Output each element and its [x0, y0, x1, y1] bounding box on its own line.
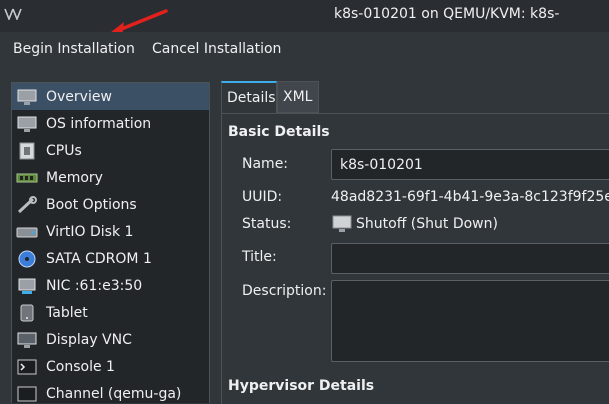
- sidebar-item-sata-cdrom-1[interactable]: SATA CDROM 1: [12, 245, 209, 272]
- console-icon: [17, 359, 37, 374]
- sidebar-item-label: Overview: [46, 88, 112, 105]
- sidebar-item-nic[interactable]: NIC :61:e3:50: [12, 272, 209, 299]
- name-field[interactable]: [331, 149, 609, 180]
- description-label: Description:: [242, 283, 327, 299]
- sidebar-item-label: Console 1: [46, 358, 115, 375]
- sidebar-item-label: Tablet: [46, 304, 88, 321]
- sidebar-item-label: SATA CDROM 1: [46, 250, 152, 267]
- tab-label: Details: [227, 90, 276, 106]
- tablet-icon: [20, 304, 34, 321]
- status-label: Status:: [242, 216, 292, 232]
- sidebar-item-boot-options[interactable]: Boot Options: [12, 191, 209, 218]
- sidebar-item-label: Channel (qemu-ga): [46, 385, 182, 402]
- window-title: k8s-010201 on QEMU/KVM: k8s-: [334, 6, 560, 22]
- cdrom-icon: [18, 250, 36, 267]
- tab-label: XML: [283, 89, 313, 105]
- monitor-off-icon: [332, 215, 352, 232]
- sidebar-item-label: OS information: [46, 115, 152, 132]
- window-titlebar: k8s-010201 on QEMU/KVM: k8s-: [0, 0, 609, 32]
- uuid-value: 48ad8231-69f1-4b41-9e3a-8c123f9f25e2: [331, 189, 609, 205]
- title-field[interactable]: [331, 243, 609, 274]
- memory-icon: [16, 173, 38, 182]
- sidebar-item-display-vnc[interactable]: Display VNC: [12, 326, 209, 353]
- monitor-icon: [17, 89, 37, 105]
- network-icon: [18, 278, 36, 294]
- sidebar-item-label: Display VNC: [46, 331, 132, 348]
- sidebar-item-memory[interactable]: Memory: [12, 164, 209, 191]
- channel-icon: [17, 386, 37, 401]
- sidebar-item-label: Boot Options: [46, 196, 137, 213]
- hypervisor-details-heading: Hypervisor Details: [228, 378, 375, 394]
- title-label: Title:: [242, 249, 277, 265]
- hardware-list: Overview OS information CPUs Memory Boot…: [11, 82, 210, 403]
- name-label: Name:: [242, 156, 289, 172]
- sidebar-item-cpus[interactable]: CPUs: [12, 137, 209, 164]
- cancel-installation-button[interactable]: Cancel Installation: [152, 41, 281, 57]
- cpu-icon: [19, 142, 35, 159]
- wrench-icon: [17, 195, 37, 213]
- tab-xml[interactable]: XML: [277, 81, 319, 113]
- harddisk-icon: [16, 227, 38, 237]
- display-icon: [17, 332, 37, 348]
- sidebar-item-os-information[interactable]: OS information: [12, 110, 209, 137]
- menu-bar: Begin Installation Cancel Installation: [0, 32, 609, 68]
- tab-details[interactable]: Details: [221, 81, 277, 113]
- sidebar-item-label: CPUs: [46, 142, 82, 159]
- sidebar-item-overview[interactable]: Overview: [12, 83, 209, 110]
- virt-manager-icon: [4, 8, 22, 20]
- status-value: Shutoff (Shut Down): [356, 216, 498, 232]
- sidebar-item-tablet[interactable]: Tablet: [12, 299, 209, 326]
- sidebar-item-console-1[interactable]: Console 1: [12, 353, 209, 380]
- sidebar-item-label: NIC :61:e3:50: [46, 277, 143, 294]
- uuid-label: UUID:: [242, 189, 283, 205]
- sidebar-item-label: Memory: [46, 169, 103, 186]
- description-field[interactable]: [331, 280, 609, 362]
- begin-installation-button[interactable]: Begin Installation: [13, 41, 135, 57]
- basic-details-heading: Basic Details: [228, 124, 330, 140]
- monitor-icon: [17, 116, 37, 132]
- sidebar-item-label: VirtIO Disk 1: [46, 223, 134, 240]
- sidebar-item-virtio-disk-1[interactable]: VirtIO Disk 1: [12, 218, 209, 245]
- sidebar-item-channel[interactable]: Channel (qemu-ga): [12, 380, 209, 403]
